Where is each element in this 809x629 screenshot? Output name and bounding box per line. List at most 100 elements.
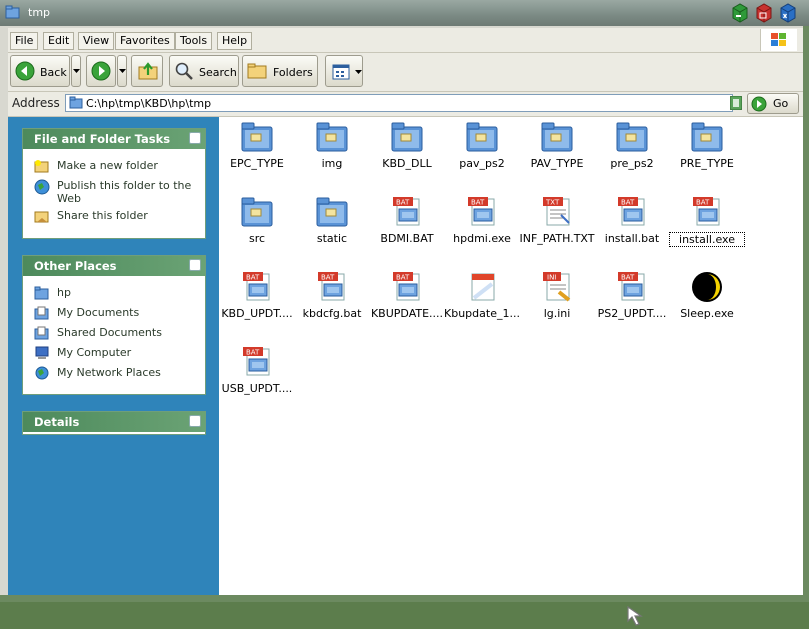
file-item[interactable]: BAT install.exe (669, 195, 745, 247)
collapse-icon[interactable] (189, 415, 201, 427)
file-item[interactable]: Kbupdate_1... (444, 270, 520, 320)
panel-title: Details (34, 415, 80, 429)
file-item[interactable]: BAT USB_UPDT.... (219, 345, 295, 395)
file-item[interactable]: EPC_TYPE (219, 120, 295, 170)
address-input[interactable]: C:\hp\tmp\KBD\hp\tmp (65, 94, 733, 112)
views-button[interactable] (325, 55, 363, 87)
file-item[interactable]: BAT kbdcfg.bat (294, 270, 370, 320)
panel-title: Other Places (34, 259, 117, 273)
svg-text:BAT: BAT (621, 274, 635, 282)
file-list[interactable]: EPC_TYPE img KBD_DLL pav_ps2 PAV_TYPE pre_ps2… (219, 117, 803, 626)
search-icon (175, 62, 193, 80)
folders-button[interactable]: Folders (242, 55, 318, 87)
network-icon (35, 366, 49, 380)
file-item[interactable]: src (219, 195, 295, 245)
file-item[interactable]: BAT KBD_UPDT.... (219, 270, 295, 320)
file-item[interactable]: KBD_DLL (369, 120, 445, 170)
make-new-folder-link[interactable]: Make a new folder (34, 159, 205, 175)
svg-text:TXT: TXT (545, 199, 560, 207)
menu-tools[interactable]: Tools (175, 32, 213, 50)
back-arrow-icon (15, 61, 35, 81)
file-item[interactable]: PAV_TYPE (519, 120, 595, 170)
panel-header[interactable]: File and Folder Tasks (23, 129, 205, 149)
folder-icon (34, 286, 49, 300)
search-label: Search (199, 66, 237, 79)
place-my-documents-link[interactable]: My Documents (34, 306, 205, 322)
file-name-label: img (321, 157, 343, 170)
file-item[interactable]: static (294, 195, 370, 245)
file-item[interactable]: PRE_TYPE (669, 120, 745, 170)
batch-file-icon: BAT (444, 195, 520, 229)
file-folder-tasks-panel: File and Folder Tasks Make a new folder … (22, 128, 206, 239)
collapse-icon[interactable] (189, 132, 201, 144)
file-item[interactable]: TXT INF_PATH.TXT (519, 195, 595, 245)
search-button[interactable]: Search (169, 55, 239, 87)
file-item[interactable]: INI lg.ini (519, 270, 595, 320)
file-item[interactable]: BAT BDMI.BAT (369, 195, 445, 245)
other-places-panel: Other Places hp My Documents Shared Docu… (22, 255, 206, 395)
folder-icon (519, 120, 595, 154)
file-item[interactable]: BAT hpdmi.exe (444, 195, 520, 245)
forward-dropdown[interactable] (117, 55, 127, 87)
up-folder-button[interactable] (131, 55, 163, 87)
batch-file-icon: BAT (369, 195, 445, 229)
windows-logo (760, 29, 797, 51)
file-name-label: Kbupdate_1... (444, 307, 520, 320)
toolbar: Back Search Folders (8, 53, 803, 92)
file-item[interactable]: img (294, 120, 370, 170)
file-name-label: PS2_UPDT.... (597, 307, 667, 320)
svg-text:BAT: BAT (321, 274, 335, 282)
file-name-label: pre_ps2 (610, 157, 654, 170)
back-button[interactable]: Back (10, 55, 70, 87)
share-folder-link[interactable]: Share this folder (34, 209, 205, 225)
file-item[interactable]: pav_ps2 (444, 120, 520, 170)
text-file-icon: TXT (519, 195, 595, 229)
forward-button[interactable] (86, 55, 116, 87)
maximize-button[interactable] (753, 2, 775, 24)
batch-file-icon: BAT (669, 195, 745, 229)
menu-view[interactable]: View (78, 32, 115, 50)
chevron-down-icon (73, 69, 80, 73)
place-network-places-link[interactable]: My Network Places (34, 366, 205, 382)
title-bar[interactable]: tmp (0, 0, 809, 26)
panel-header[interactable]: Other Places (23, 256, 205, 276)
back-dropdown[interactable] (71, 55, 81, 87)
file-item[interactable]: BAT install.bat (594, 195, 670, 245)
menu-edit[interactable]: Edit (43, 32, 75, 50)
file-name-label: lg.ini (543, 307, 571, 320)
publish-folder-link[interactable]: Publish this folder to the Web (34, 179, 205, 205)
views-icon (332, 64, 350, 80)
share-folder-icon (34, 211, 49, 223)
menu-bar: File Edit View Favorites Tools Help (8, 28, 803, 53)
window-title: tmp (28, 6, 51, 19)
close-button[interactable] (777, 2, 799, 24)
folders-label: Folders (273, 66, 313, 79)
file-name-label: PAV_TYPE (530, 157, 584, 170)
address-label: Address (12, 96, 60, 110)
file-name-label: install.exe (669, 232, 745, 247)
menu-help[interactable]: Help (217, 32, 253, 50)
place-hp-link[interactable]: hp (34, 286, 205, 302)
address-dropdown-icon[interactable] (730, 96, 742, 110)
place-my-computer-link[interactable]: My Computer (34, 346, 205, 362)
folder-icon (69, 96, 83, 109)
batch-file-icon: BAT (369, 270, 445, 304)
go-button[interactable]: Go (747, 93, 799, 114)
file-item[interactable]: BAT KBUPDATE.... (369, 270, 445, 320)
forward-arrow-icon (91, 61, 111, 81)
place-shared-documents-link[interactable]: Shared Documents (34, 326, 205, 342)
panel-header[interactable]: Details (23, 412, 205, 432)
file-item[interactable]: pre_ps2 (594, 120, 670, 170)
collapse-icon[interactable] (189, 259, 201, 271)
menu-favorites[interactable]: Favorites (115, 32, 175, 50)
minimize-button[interactable] (729, 2, 751, 24)
file-item[interactable]: Sleep.exe (669, 270, 745, 320)
svg-text:BAT: BAT (621, 199, 635, 207)
file-name-label: Sleep.exe (680, 307, 734, 320)
file-name-label: kbdcfg.bat (302, 307, 362, 320)
file-item[interactable]: BAT PS2_UPDT.... (594, 270, 670, 320)
batch-file-icon: BAT (594, 270, 670, 304)
menu-file[interactable]: File (10, 32, 39, 50)
svg-text:BAT: BAT (246, 349, 260, 357)
file-name-label: EPC_TYPE (230, 157, 284, 170)
